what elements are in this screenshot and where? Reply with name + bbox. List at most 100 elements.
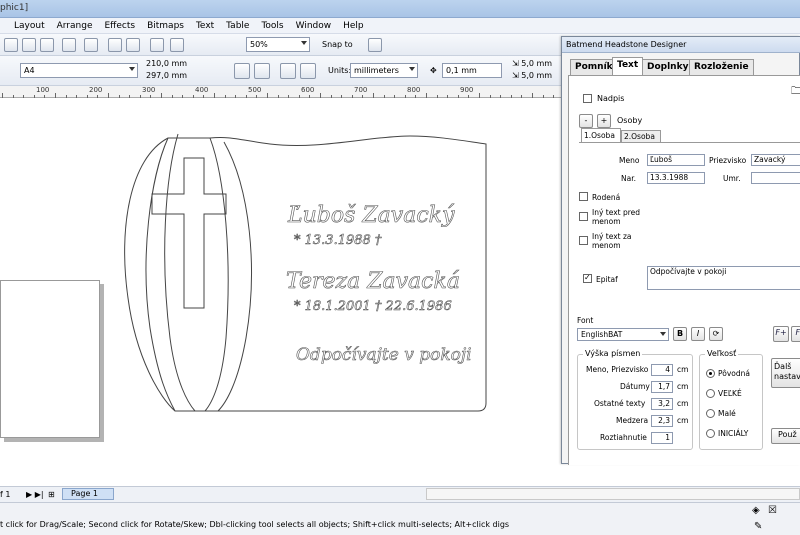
rodena-label: Rodená	[592, 193, 621, 202]
menu-window[interactable]: Window	[296, 21, 332, 31]
cross-shape[interactable]	[151, 157, 227, 309]
iny-text-za-checkbox[interactable]	[579, 236, 588, 245]
headstone-name-1[interactable]: Ľuboš Zavacký	[287, 203, 456, 229]
vyska-datumy-input[interactable]: 1,7	[651, 381, 673, 393]
dalsie-nastavenia-button[interactable]: Ďalš nastav	[771, 358, 800, 388]
page-width-field[interactable]: 210,0 mm	[146, 59, 187, 68]
zoom-combo[interactable]: 50%	[246, 37, 310, 52]
paste-icon[interactable]	[40, 38, 54, 52]
velkost-title: Veľkosť	[705, 349, 739, 358]
snap-to-menu[interactable]: Snap to	[322, 40, 353, 49]
nudge-value: 0,1 mm	[446, 66, 477, 75]
application-launcher-icon[interactable]	[150, 38, 164, 52]
font-increase-button[interactable]: F+	[773, 326, 789, 342]
italic-button[interactable]: I	[691, 327, 705, 341]
nadpis-checkbox[interactable]	[583, 94, 592, 103]
duplicate-y-field[interactable]: ⇲ 5,0 mm	[512, 71, 552, 80]
headstone-dates-1[interactable]: * 13.3.1988 †	[294, 233, 383, 249]
menu-effects[interactable]: Effects	[104, 21, 135, 31]
vyska-ostatne-label: Ostatné texty	[594, 399, 646, 408]
nudge-field[interactable]: 0,1 mm	[442, 63, 502, 78]
tab-osoba-1[interactable]: 1.Osoba	[581, 128, 621, 142]
add-page-icon[interactable]: ⊞	[48, 490, 55, 499]
priezvisko-input[interactable]: Zavacký	[751, 154, 800, 166]
vyska-medzera-label: Medzera	[616, 416, 649, 425]
meno-input[interactable]: Ľuboš	[647, 154, 705, 166]
roztiahnutie-label: Roztiahnutie	[600, 433, 647, 442]
velkost-inicialy-radio[interactable]	[706, 429, 715, 438]
copy-icon[interactable]	[22, 38, 36, 52]
menu-text[interactable]: Text	[196, 21, 214, 31]
menu-bitmaps[interactable]: Bitmaps	[147, 21, 184, 31]
rodena-checkbox[interactable]	[579, 192, 588, 201]
vyska-medzera-input[interactable]: 2,3	[651, 415, 673, 427]
velkost-povodna-radio[interactable]	[706, 369, 715, 378]
menu-tools[interactable]: Tools	[261, 21, 283, 31]
vyska-meno-input[interactable]: 4	[651, 364, 673, 376]
units-value: millimeters	[354, 66, 399, 75]
horizontal-scrollbar[interactable]	[426, 488, 800, 500]
menu-arrange[interactable]: Arrange	[57, 21, 93, 31]
font-decrease-button[interactable]: F-	[791, 326, 800, 342]
page-height-field[interactable]: 297,0 mm	[146, 71, 187, 80]
dialog-title-bar[interactable]: Batmend Headstone Designer	[562, 37, 800, 53]
nadpis-label: Nadpis	[597, 94, 625, 103]
headstone-epitaph[interactable]: Odpočívajte v pokoji	[296, 345, 472, 366]
nudge-icon: ✥	[430, 66, 437, 75]
tab-pomnik[interactable]: Pomník	[570, 59, 618, 75]
page-border	[0, 280, 100, 438]
horizontal-ruler: 100 200 300 400 500 600 700 800 900	[0, 86, 562, 98]
status-bar: t click for Drag/Scale; Second click for…	[0, 502, 800, 535]
all-pages-icon[interactable]	[280, 63, 296, 79]
menu-help[interactable]: Help	[343, 21, 364, 31]
menu-table[interactable]: Table	[226, 21, 249, 31]
remove-person-button[interactable]: -	[579, 114, 593, 128]
import-icon[interactable]	[108, 38, 122, 52]
title-bar: phic1]	[0, 0, 800, 18]
nar-input[interactable]: 13.3.1988	[647, 172, 705, 184]
redo-icon[interactable]	[84, 38, 98, 52]
tab-osoba-2[interactable]: 2.Osoba	[621, 130, 661, 142]
headstone-dates-2[interactable]: * 18.1.2001 † 22.6.1986	[294, 299, 452, 315]
headstone-name-2[interactable]: Tereza Zavacká	[286, 269, 461, 295]
tab-rozlozenie[interactable]: Rozloženie	[689, 59, 754, 75]
vyska-datumy-unit: cm	[677, 382, 689, 391]
folder-icon[interactable]: 🗀	[791, 84, 800, 101]
window-title: phic1]	[0, 3, 29, 13]
cut-icon[interactable]	[4, 38, 18, 52]
reset-font-icon[interactable]: ⟳	[709, 327, 723, 341]
undo-icon[interactable]	[62, 38, 76, 52]
paper-size-value: A4	[24, 66, 35, 75]
epitaf-checkbox[interactable]	[583, 273, 592, 283]
page-tab[interactable]: Page 1	[62, 488, 114, 500]
units-combo[interactable]: millimeters	[350, 63, 418, 78]
portrait-icon[interactable]	[234, 63, 250, 79]
duplicate-x-field[interactable]: ⇲ 5,0 mm	[512, 59, 552, 68]
welcome-screen-icon[interactable]	[170, 38, 184, 52]
menu-layout[interactable]: Layout	[14, 21, 45, 31]
umr-input[interactable]	[751, 172, 800, 184]
dialog-title: Batmend Headstone Designer	[566, 40, 687, 49]
next-page-icon[interactable]: ▶ ▶|	[26, 490, 44, 499]
vyska-medzera-unit: cm	[677, 416, 689, 425]
font-combo[interactable]: EnglishBAT	[577, 328, 669, 341]
outline-pen-icon[interactable]: ✎	[754, 521, 762, 532]
export-icon[interactable]	[126, 38, 140, 52]
velkost-velke-radio[interactable]	[706, 389, 715, 398]
current-page-icon[interactable]	[300, 63, 316, 79]
velkost-male-radio[interactable]	[706, 409, 715, 418]
landscape-icon[interactable]	[254, 63, 270, 79]
roztiahnutie-input[interactable]: 1	[651, 432, 673, 444]
pouzit-button[interactable]: Použ	[771, 428, 800, 444]
vyska-ostatne-input[interactable]: 3,2	[651, 398, 673, 410]
fill-icon[interactable]: ◈	[752, 505, 760, 516]
bold-button[interactable]: B	[673, 327, 687, 341]
add-person-button[interactable]: +	[597, 114, 611, 128]
paper-size-combo[interactable]: A4	[20, 63, 138, 78]
no-fill-icon[interactable]: ☒	[768, 505, 777, 516]
tab-doplnky[interactable]: Doplnky	[642, 59, 694, 75]
iny-text-pred-checkbox[interactable]	[579, 212, 588, 221]
epitaf-input[interactable]: Odpočívajte v pokoji	[647, 266, 800, 290]
tab-text[interactable]: Text	[612, 57, 644, 75]
options-icon[interactable]	[368, 38, 382, 52]
